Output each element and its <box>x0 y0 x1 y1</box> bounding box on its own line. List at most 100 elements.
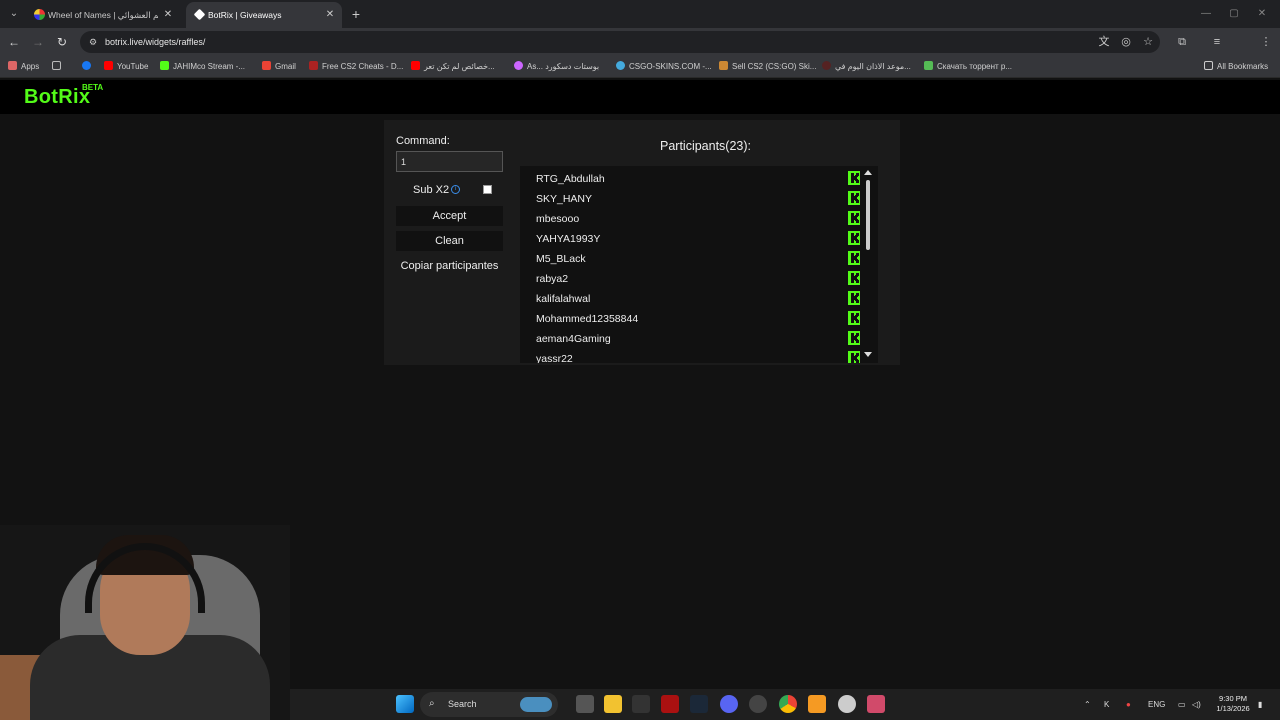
minimize-icon[interactable]: — <box>1196 4 1216 24</box>
obs-like-icon[interactable] <box>867 695 885 713</box>
participant-name: yassr22 <box>536 353 573 363</box>
chrome-icon[interactable] <box>779 695 797 713</box>
participant-name: M5_BLack <box>536 253 586 265</box>
participant-name: aeman4Gaming <box>536 333 611 345</box>
kick-icon <box>160 61 169 70</box>
apps-grid-icon <box>8 61 17 70</box>
torrent-icon <box>924 61 933 70</box>
microphone-icon[interactable]: ● <box>1126 689 1131 720</box>
accept-button[interactable]: Accept <box>396 206 503 226</box>
bookmark-all[interactable]: All Bookmarks <box>1204 56 1268 78</box>
close-tab-icon[interactable]: ✕ <box>162 2 174 28</box>
tab-title: BotRix | Giveaways <box>208 10 282 20</box>
participants-list[interactable]: RTG_Abdullah SKY_HANY mbesooo YAHYA1993Y M5_… <box>520 166 878 363</box>
tab-search-icon[interactable]: ⌄ <box>4 4 24 24</box>
back-arrow-icon[interactable]: ← <box>4 32 24 52</box>
clock-date: 1/13/2026 <box>1216 704 1250 713</box>
bookmark-star-icon[interactable]: ☆ <box>1138 32 1158 52</box>
discord-icon[interactable] <box>720 695 738 713</box>
reload-icon[interactable]: ↻ <box>52 32 72 52</box>
bookmark-csgo-skins[interactable]: CSGO-SKINS.COM -... <box>616 56 712 78</box>
bookmark-sell-cs2[interactable]: Sell CS2 (CS:GO) Ski... <box>719 56 816 78</box>
clean-button[interactable]: Clean <box>396 231 503 251</box>
tray-kick-icon[interactable]: K <box>1104 689 1109 720</box>
extensions-icon[interactable]: ⧉ <box>1172 32 1192 52</box>
info-icon[interactable]: i <box>451 185 460 194</box>
search-label: Search <box>448 699 477 709</box>
sub-x2-label: Sub X2 <box>413 184 450 196</box>
bookmark-jahimco[interactable]: JAHIMco Stream -... <box>160 56 245 78</box>
translate-icon[interactable]: 文 <box>1094 32 1114 52</box>
botrix-favicon-icon <box>193 8 206 21</box>
settings-gear-icon[interactable] <box>838 695 856 713</box>
botrix-logo[interactable]: BotRix <box>24 86 90 109</box>
tab-wheel-of-names[interactable]: Wheel of Names | اسم العشوائي ✕ <box>26 2 180 28</box>
menu-kebab-icon[interactable]: ⋮ <box>1256 32 1276 52</box>
address-bar[interactable]: ⚙ botrix.live/widgets/raffles/ <box>80 31 1160 53</box>
file-explorer-icon[interactable] <box>604 695 622 713</box>
tab-botrix-giveaways[interactable]: BotRix | Giveaways ✕ <box>186 2 342 28</box>
maximize-icon[interactable]: ▢ <box>1224 4 1244 24</box>
bookmark-torrent[interactable]: Скачать торрент р... <box>924 56 1012 78</box>
new-tab-button[interactable]: + <box>346 4 366 24</box>
sub-x2-checkbox[interactable] <box>483 185 492 194</box>
participant-row: mbesooo <box>520 208 862 228</box>
bookmark-facebook[interactable] <box>82 56 95 78</box>
wheel-favicon-icon <box>34 9 45 20</box>
vlc-like-icon[interactable] <box>808 695 826 713</box>
botrix-header: BotRix BETA <box>0 80 1280 114</box>
media-icon[interactable]: ≡ <box>1207 32 1227 52</box>
command-label: Command: <box>396 135 450 147</box>
participant-row: kalifalahwal <box>520 288 862 308</box>
browser-toolbar: ← → ↻ ⚙ botrix.live/widgets/raffles/ 文 ◎… <box>0 28 1280 78</box>
language-indicator[interactable]: ENG <box>1148 689 1165 720</box>
prayer-site-icon <box>822 61 831 70</box>
participant-row: YAHYA1993Y <box>520 228 862 248</box>
copy-participants-button[interactable]: Copiar participantes <box>396 256 503 276</box>
close-tab-icon[interactable]: ✕ <box>324 2 336 28</box>
logitech-g-icon[interactable] <box>632 695 650 713</box>
windows-start-icon[interactable] <box>396 695 414 713</box>
scroll-up-arrow-icon[interactable] <box>864 170 872 175</box>
bookmark-youtube[interactable]: YouTube <box>104 56 148 78</box>
scroll-thumb[interactable] <box>866 180 870 250</box>
forward-arrow-icon[interactable]: → <box>28 32 48 52</box>
site-info-icon[interactable]: ⚙ <box>87 36 99 48</box>
sub-x2-row: Sub X2 i <box>396 182 503 198</box>
network-icon[interactable]: ▭ <box>1178 689 1186 720</box>
participant-name: rabya2 <box>536 273 569 285</box>
participant-name: kalifalahwal <box>536 293 591 305</box>
bookmark-grid[interactable] <box>52 56 65 78</box>
tab-groups-icon <box>52 61 61 70</box>
youtube-icon <box>411 61 420 70</box>
scroll-down-arrow-icon[interactable] <box>864 352 872 357</box>
bookmark-discord-posts[interactable]: As... بوستات دسكورد <box>514 56 599 78</box>
system-clock[interactable]: 9:30 PM 1/13/2026 <box>1208 694 1258 714</box>
raffle-panel: Command: Sub X2 i Accept Clean Copiar pa… <box>384 120 900 365</box>
steam-icon[interactable] <box>690 695 708 713</box>
bookmark-cs2-cheats[interactable]: Free CS2 Cheats - D... <box>309 56 403 78</box>
scrollbar[interactable] <box>860 166 878 363</box>
task-view-icon[interactable] <box>576 695 594 713</box>
bookmark-arabic-video[interactable]: خصائص لم تكن تعر... <box>411 56 495 78</box>
participant-name: Mohammed12358844 <box>536 313 639 325</box>
bookmark-apps[interactable]: Apps <box>8 56 39 78</box>
tray-chevron-icon[interactable]: ⌃ <box>1084 689 1091 720</box>
eye-off-icon[interactable]: ◎ <box>1116 32 1136 52</box>
cs-app-icon[interactable] <box>749 695 767 713</box>
red-app-icon[interactable] <box>661 695 679 713</box>
window-close-icon[interactable]: ✕ <box>1252 4 1272 24</box>
participant-row: Mohammed12358844 <box>520 308 862 328</box>
bookmarks-bar: Apps YouTube JAHIMco Stream -... Gmail F… <box>0 56 1280 78</box>
bookmark-prayer-times[interactable]: موعد الاذان اليوم في... <box>822 56 911 78</box>
notifications-icon[interactable]: ▮ <box>1258 689 1262 720</box>
bookmark-gmail[interactable]: Gmail <box>262 56 296 78</box>
folder-icon <box>1204 61 1213 70</box>
participant-name: mbesooo <box>536 213 580 225</box>
volume-icon[interactable]: ◁) <box>1192 689 1201 720</box>
url-text: botrix.live/widgets/raffles/ <box>105 37 206 47</box>
participant-row: aeman4Gaming <box>520 328 862 348</box>
webcam-overlay <box>0 525 290 720</box>
command-input[interactable] <box>396 151 503 172</box>
taskbar-search[interactable]: ⌕ Search <box>420 692 558 717</box>
